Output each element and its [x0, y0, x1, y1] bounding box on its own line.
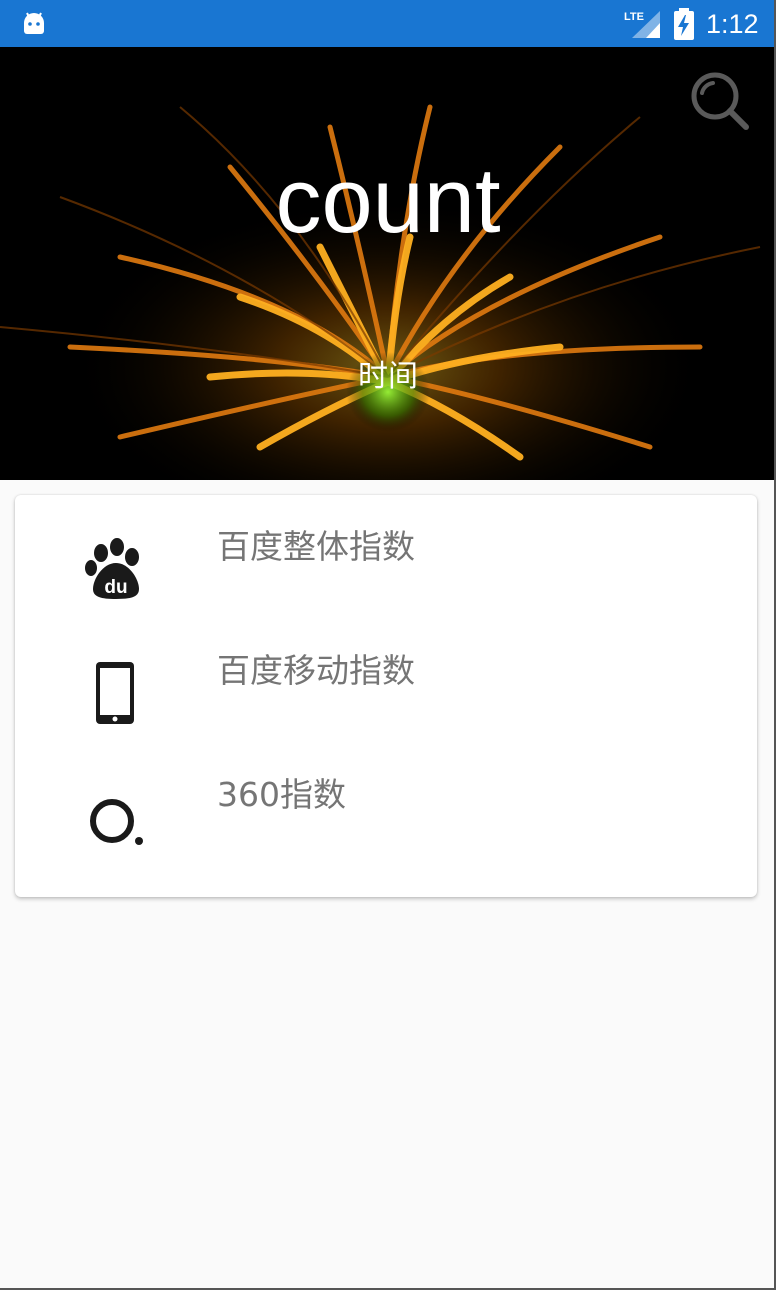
list-item-baidu-mobile[interactable]: 百度移动指数 [15, 619, 757, 743]
page-title: count [275, 150, 501, 252]
page-subtitle: 时间 [358, 359, 418, 394]
hero-header: count 时间 [0, 47, 774, 480]
index-list-card: du 百度整体指数 百度移动指数 360指数 [15, 495, 757, 897]
status-bar: LTE 1:12 [0, 0, 774, 47]
list-item-baidu-overall[interactable]: du 百度整体指数 [15, 495, 757, 619]
hero-background-image [0, 47, 774, 480]
smartphone-icon [96, 662, 134, 724]
list-item-label: 360指数 [217, 775, 346, 814]
list-item-label: 百度整体指数 [217, 527, 415, 566]
app-screen: LTE 1:12 count 时间 du 百度整体指数 百度移动指数 360指数 [0, 0, 776, 1290]
list-item-360[interactable]: 360指数 [15, 743, 757, 867]
network-type-label: LTE [624, 11, 644, 23]
baidu-paw-icon: du [85, 538, 139, 599]
360-logo-icon [90, 799, 143, 845]
search-icon[interactable] [688, 69, 752, 133]
battery-charging-icon [674, 8, 694, 40]
lte-signal-icon: LTE [624, 11, 660, 38]
android-icon [24, 12, 44, 34]
svg-text:du: du [104, 577, 127, 598]
list-item-label: 百度移动指数 [217, 651, 415, 690]
status-time: 1:12 [706, 9, 759, 39]
